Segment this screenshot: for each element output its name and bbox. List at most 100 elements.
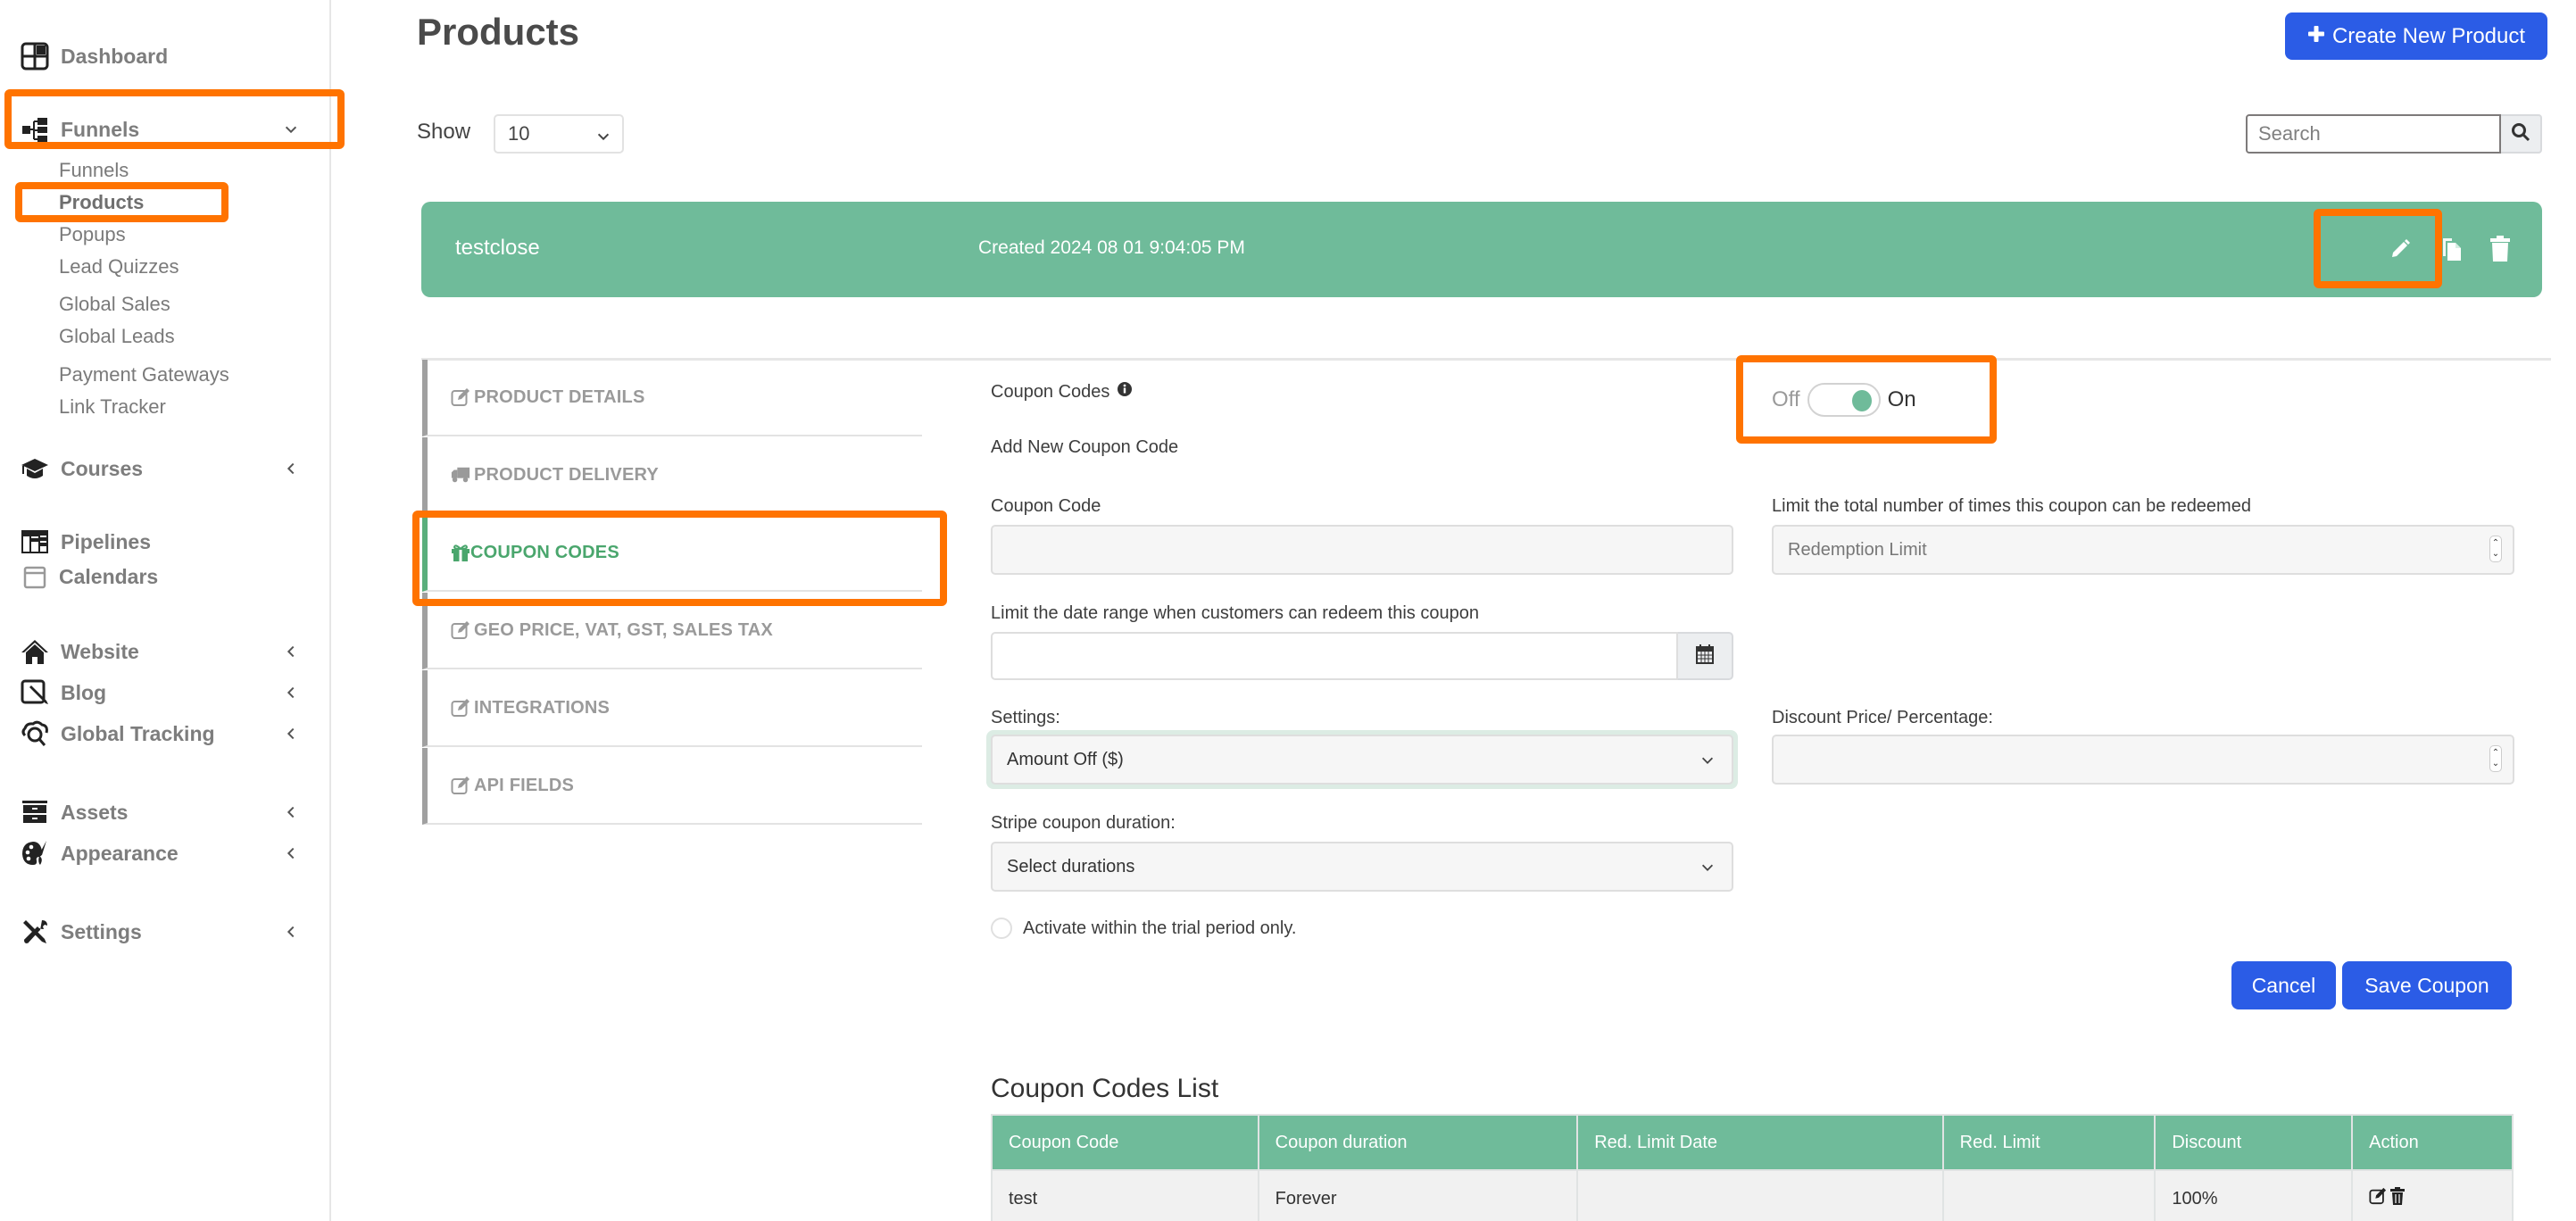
sidebar-item-label: Courses (61, 456, 144, 480)
discount-field: ⌃ ⌄ (1772, 735, 2514, 785)
sidebar-item-label: Pipelines (61, 529, 151, 553)
coupon-codes-label: Coupon Codes (991, 381, 1110, 402)
sidebar-item-settings[interactable]: Settings (0, 914, 328, 950)
settings-label: Settings: (991, 708, 1060, 727)
palette-icon (20, 838, 50, 868)
column-header-discount: Discount (2154, 1114, 2354, 1171)
sidebar-subitem-funnels[interactable]: Funnels (59, 156, 129, 185)
sidebar-subitem-link-tracker[interactable]: Link Tracker (59, 393, 166, 421)
edit-icon (451, 776, 470, 795)
cell-coupon-code: test (991, 1169, 1259, 1221)
date-picker-button[interactable] (1678, 632, 1733, 680)
save-coupon-button[interactable]: Save Coupon (2342, 961, 2512, 1009)
truck-icon (451, 465, 470, 485)
tab-product-details[interactable]: PRODUCT DETAILS (422, 360, 922, 436)
chevron-down-icon (1699, 860, 1716, 881)
sidebar-item-assets[interactable]: Assets (0, 794, 328, 830)
sidebar-item-label: Calendars (59, 564, 159, 588)
create-new-product-button[interactable]: Create New Product (2285, 12, 2547, 60)
chevron-down-icon (595, 127, 611, 150)
page-size-select[interactable]: 10 (494, 114, 624, 154)
sidebar-item-calendars[interactable]: Calendars (0, 559, 328, 594)
chevron-left-icon (282, 643, 300, 660)
page-title: Products (417, 11, 580, 53)
search-button[interactable] (2501, 114, 2542, 154)
product-row[interactable]: testclose Created 2024 08 01 9:04:05 PM (421, 202, 2542, 297)
chevron-left-icon (282, 923, 300, 941)
sidebar-subitem-payment-gateways[interactable]: Payment Gateways (59, 361, 229, 389)
column-header-action: Action (2351, 1114, 2514, 1171)
sidebar-item-dashboard[interactable]: Dashboard (0, 38, 328, 74)
tab-label: PRODUCT DETAILS (474, 386, 645, 407)
tools-icon (20, 917, 50, 947)
sidebar-subitem-popups[interactable]: Popups (59, 220, 126, 249)
blog-edit-icon (20, 677, 50, 708)
sidebar-item-global-tracking[interactable]: Global Tracking (0, 716, 328, 752)
cloud-search-icon (20, 718, 50, 749)
settings-select[interactable]: Amount Off ($) (991, 735, 1733, 785)
settings-select-value: Amount Off ($) (1007, 749, 1124, 769)
number-spinner[interactable]: ⌃ ⌄ (2489, 536, 2502, 562)
tab-geo-price[interactable]: GEO PRICE, VAT, GST, SALES TAX (422, 593, 922, 669)
cell-coupon-duration: Forever (1257, 1169, 1579, 1221)
create-new-product-label: Create New Product (2331, 23, 2526, 48)
cell-discount: 100% (2154, 1169, 2354, 1221)
sidebar-subitem-global-sales[interactable]: Global Sales (59, 290, 170, 319)
table-header-row: Coupon Code Coupon duration Red. Limit D… (991, 1114, 2514, 1171)
trial-period-label: Activate within the trial period only. (1023, 918, 1297, 938)
edit-icon (451, 698, 470, 718)
sidebar-subitem-global-leads[interactable]: Global Leads (59, 322, 175, 351)
sidebar-item-courses[interactable]: Courses (0, 451, 328, 486)
sidebar-item-appearance[interactable]: Appearance (0, 835, 328, 871)
sidebar-item-website[interactable]: Website (0, 634, 328, 669)
search-icon (2511, 122, 2530, 146)
sidebar-item-blog[interactable]: Blog (0, 675, 328, 710)
tab-coupon-codes[interactable]: COUPON CODES (422, 515, 922, 592)
date-range-group (991, 632, 1733, 680)
sidebar-subitem-lead-quizzes[interactable]: Lead Quizzes (59, 253, 179, 281)
coupon-enabled-toggle[interactable] (1807, 383, 1881, 417)
tab-integrations[interactable]: INTEGRATIONS (422, 670, 922, 747)
edit-icon (451, 620, 470, 640)
coupon-code-input[interactable] (991, 525, 1733, 575)
copy-icon[interactable] (2439, 234, 2465, 264)
stripe-duration-select[interactable]: Select durations (991, 842, 1733, 892)
gift-icon (451, 543, 470, 562)
product-name: testclose (455, 236, 540, 260)
chevron-left-icon (282, 844, 300, 862)
calendar-icon (1695, 644, 1715, 669)
trial-period-checkbox[interactable] (991, 918, 1012, 939)
sidebar-item-funnels[interactable]: Funnels (0, 112, 328, 147)
edit-icon[interactable] (2369, 1187, 2387, 1210)
trial-period-option[interactable]: Activate within the trial period only. (991, 918, 1296, 939)
sidebar-item-label: Assets (61, 800, 129, 824)
cancel-button[interactable]: Cancel (2231, 961, 2336, 1009)
plus-icon (2307, 24, 2325, 49)
sidebar-subitem-products[interactable]: Products (59, 188, 144, 217)
stripe-duration-value: Select durations (1007, 856, 1135, 876)
discount-input[interactable] (1772, 735, 2514, 785)
add-new-coupon-heading: Add New Coupon Code (991, 437, 1179, 457)
tab-product-delivery[interactable]: PRODUCT DELIVERY (422, 437, 922, 514)
info-icon[interactable] (1117, 381, 1133, 403)
sidebar-item-label: Blog (61, 680, 107, 704)
chevron-left-icon (282, 803, 300, 821)
date-range-input[interactable] (991, 632, 1678, 680)
column-header-coupon-duration: Coupon duration (1257, 1114, 1579, 1171)
edit-icon[interactable] (2387, 234, 2414, 264)
cabinet-icon (20, 797, 50, 827)
product-created-date: Created 2024 08 01 9:04:05 PM (978, 237, 1245, 258)
calendar-icon (20, 561, 50, 592)
cell-action (2351, 1169, 2514, 1221)
trash-icon[interactable] (2390, 1187, 2406, 1210)
sidebar-item-label: Settings (61, 919, 142, 943)
redemption-limit-input[interactable] (1772, 525, 2514, 575)
tab-label: PRODUCT DELIVERY (474, 464, 659, 485)
show-label: Show (417, 120, 471, 144)
number-spinner[interactable]: ⌃ ⌄ (2489, 745, 2502, 772)
search-group (2246, 114, 2542, 154)
search-input[interactable] (2246, 114, 2501, 154)
sidebar-item-pipelines[interactable]: Pipelines (0, 524, 328, 560)
tab-api-fields[interactable]: API FIELDS (422, 748, 922, 825)
trash-icon[interactable] (2487, 234, 2514, 264)
